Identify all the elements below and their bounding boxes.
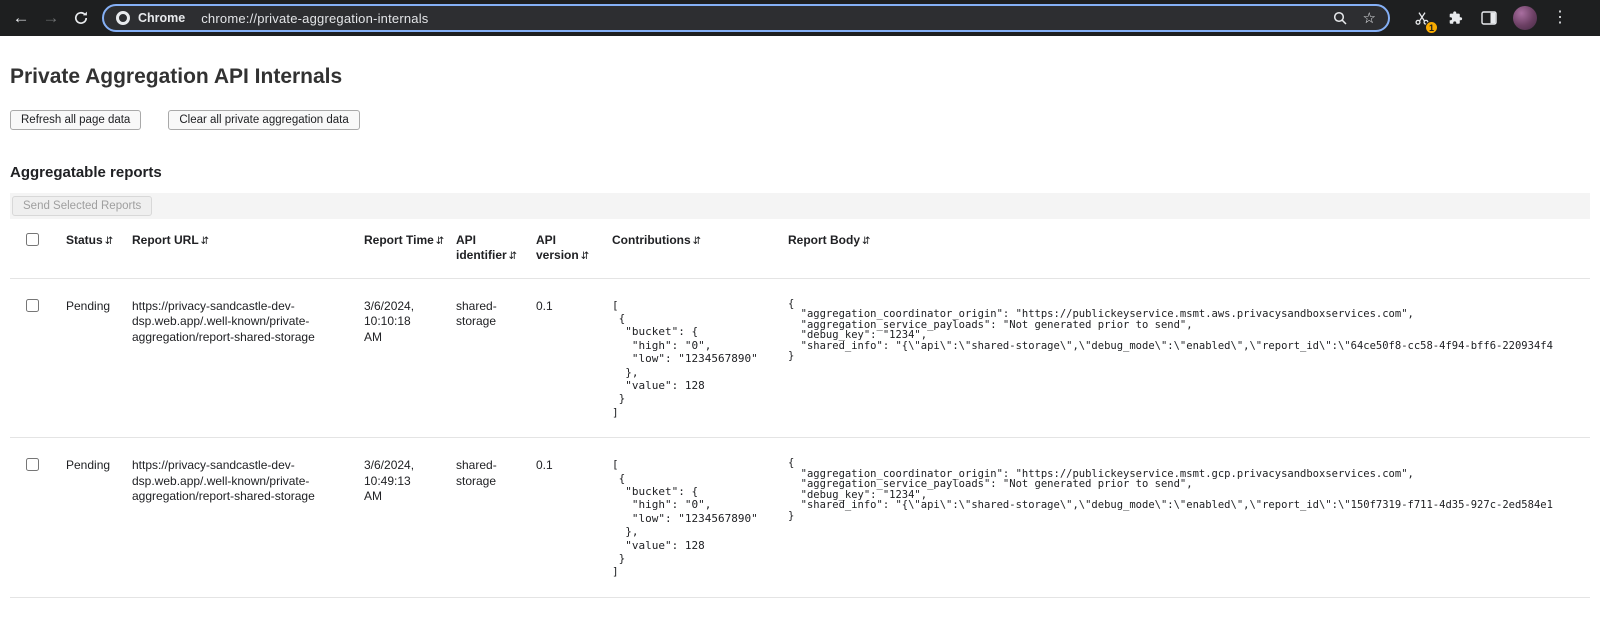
forward-icon[interactable]: → [36,3,66,33]
report-url: https://privacy-sandcastle-dev-dsp.web.a… [132,458,332,505]
api-identifier: shared-storage [456,458,516,489]
extensions-puzzle-icon[interactable] [1447,9,1465,27]
profile-avatar[interactable] [1513,6,1537,30]
sort-icon: ⇵ [509,251,517,262]
side-panel-icon[interactable] [1480,9,1498,27]
page-content: Private Aggregation API Internals Refres… [0,36,1600,598]
report-status: Pending [66,438,132,598]
table-header: Status⇵ Report URL⇵ Report Time⇵ API ide… [10,219,1590,278]
select-all-checkbox[interactable] [26,233,39,246]
table-header-row: Status⇵ Report URL⇵ Report Time⇵ API ide… [10,219,1590,278]
address-bar[interactable]: Chrome chrome://private-aggregation-inte… [102,4,1390,32]
sort-icon: ⇵ [436,236,444,247]
api-version: 0.1 [536,278,612,438]
page-actions: Refresh all page data Clear all private … [10,110,1590,130]
report-time: 3/6/2024, 10:10:18 AM [364,299,420,346]
table-row: Pending https://privacy-sandcastle-dev-d… [10,438,1590,598]
column-header-api-version[interactable]: API version⇵ [536,219,612,278]
sort-icon: ⇵ [201,236,209,247]
contributions-json: [ { "bucket": { "high": "0", "low": "123… [612,458,780,579]
bookmark-star-icon[interactable]: ☆ [1363,11,1376,26]
extension-badge: 1 [1425,21,1438,34]
page-title: Private Aggregation API Internals [10,36,1590,89]
sort-icon: ⇵ [862,236,870,247]
contributions-json: [ { "bucket": { "high": "0", "low": "123… [612,299,780,420]
section-title: Aggregatable reports [10,164,1590,181]
send-selected-reports-button[interactable]: Send Selected Reports [12,196,152,216]
api-identifier: shared-storage [456,299,516,330]
report-body-json: { "aggregation_coordinator_origin": "htt… [788,299,1582,362]
chrome-logo-icon [116,11,130,25]
column-header-report-url[interactable]: Report URL⇵ [132,219,364,278]
sort-icon: ⇵ [105,236,113,247]
api-version: 0.1 [536,438,612,598]
pinned-extension-icon[interactable]: 1 [1412,8,1432,28]
reload-icon[interactable] [66,3,96,33]
toolbar-right-icons: 1 ⋮ [1402,6,1590,30]
url-text[interactable]: chrome://private-aggregation-internals [201,11,1323,26]
column-header-report-body[interactable]: Report Body⇵ [788,219,1590,278]
sort-icon: ⇵ [581,251,589,262]
report-time: 3/6/2024, 10:49:13 AM [364,458,420,505]
column-header-report-time[interactable]: Report Time⇵ [364,219,456,278]
report-body-json: { "aggregation_coordinator_origin": "htt… [788,458,1582,521]
browser-toolbar: ← → Chrome chrome://private-aggregation-… [0,0,1600,36]
report-url: https://privacy-sandcastle-dev-dsp.web.a… [132,299,332,346]
sort-icon: ⇵ [693,236,701,247]
aggregatable-reports-table: Status⇵ Report URL⇵ Report Time⇵ API ide… [10,219,1590,598]
refresh-all-button[interactable]: Refresh all page data [10,110,141,130]
clear-all-button[interactable]: Clear all private aggregation data [168,110,359,130]
report-status: Pending [66,278,132,438]
column-header-status[interactable]: Status⇵ [66,219,132,278]
url-chip-label: Chrome [138,11,185,25]
row-checkbox[interactable] [26,299,39,312]
table-row: Pending https://privacy-sandcastle-dev-d… [10,278,1590,438]
reports-table-toolbar: Send Selected Reports [10,193,1590,219]
search-icon[interactable] [1332,10,1348,26]
menu-dots-icon[interactable]: ⋮ [1552,10,1568,26]
column-header-contributions[interactable]: Contributions⇵ [612,219,788,278]
back-icon[interactable]: ← [6,3,36,33]
reload-icon-svg [73,10,89,26]
row-checkbox[interactable] [26,458,39,471]
column-header-api-identifier[interactable]: API identifier⇵ [456,219,536,278]
